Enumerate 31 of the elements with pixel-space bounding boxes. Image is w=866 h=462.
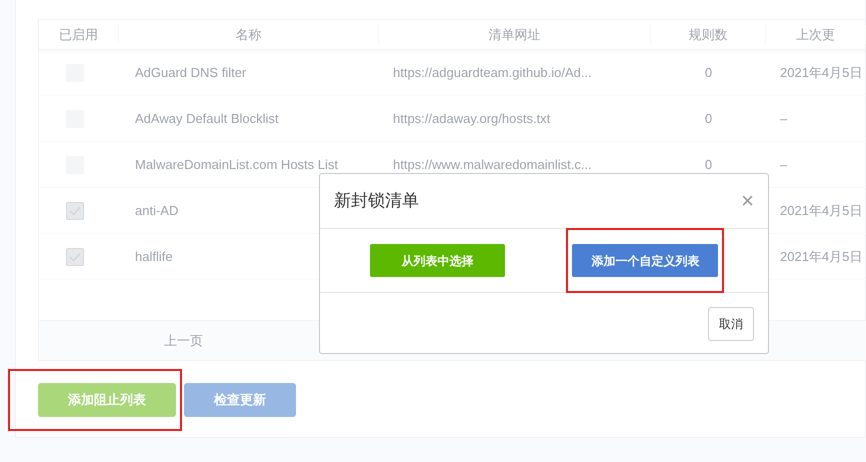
table-cell-text: 2021年4月5日 — [779, 202, 864, 220]
table-cell-text: – — [779, 156, 788, 174]
column-header: 名称 — [119, 24, 379, 44]
check-updates-button[interactable]: 检查更新 — [184, 383, 296, 417]
table-cell-text: anti-AD — [134, 202, 180, 220]
column-header: 规则数 — [651, 24, 766, 44]
option-button[interactable]: 添加一个自定义列表 — [572, 244, 718, 277]
column-header: 清单网址 — [379, 24, 651, 44]
table-cell-text: AdGuard DNS filter — [134, 64, 248, 82]
table-cell-text: 0 — [704, 64, 714, 82]
close-button[interactable]: × — [741, 190, 754, 212]
table-cell-text: AdAway Default Blocklist — [134, 110, 280, 128]
table-cell-text: MalwareDomainList.com Hosts List — [134, 156, 340, 174]
option-button[interactable]: 从列表中选择 — [370, 244, 505, 277]
table-cell-text: https://www.malwaredomainlist.c... — [392, 156, 593, 174]
previous-page-link[interactable]: 上一页 — [164, 330, 203, 350]
column-header: 上次更 — [766, 24, 866, 44]
dialog-title: 新封锁清单 — [334, 190, 419, 212]
table-cell-text: https://adaway.org/hosts.txt — [392, 110, 552, 128]
cancel-button[interactable]: 取消 — [708, 307, 754, 341]
table-cell-text: 0 — [704, 156, 714, 174]
table-cell-text: https://adguardteam.github.io/Ad... — [392, 64, 593, 82]
table-cell-text: halflife — [134, 248, 174, 266]
add-blocklist-button[interactable]: 添加阻止列表 — [38, 383, 176, 417]
table-cell-text: 2021年4月5日 — [779, 248, 864, 266]
checkbox[interactable] — [66, 202, 84, 220]
table-cell-text: 0 — [704, 110, 714, 128]
table-cell-text: 2021年4月5日 — [779, 64, 864, 82]
column-header: 已启用 — [39, 24, 119, 44]
table-cell-text: – — [779, 110, 788, 128]
checkbox[interactable] — [66, 248, 84, 266]
